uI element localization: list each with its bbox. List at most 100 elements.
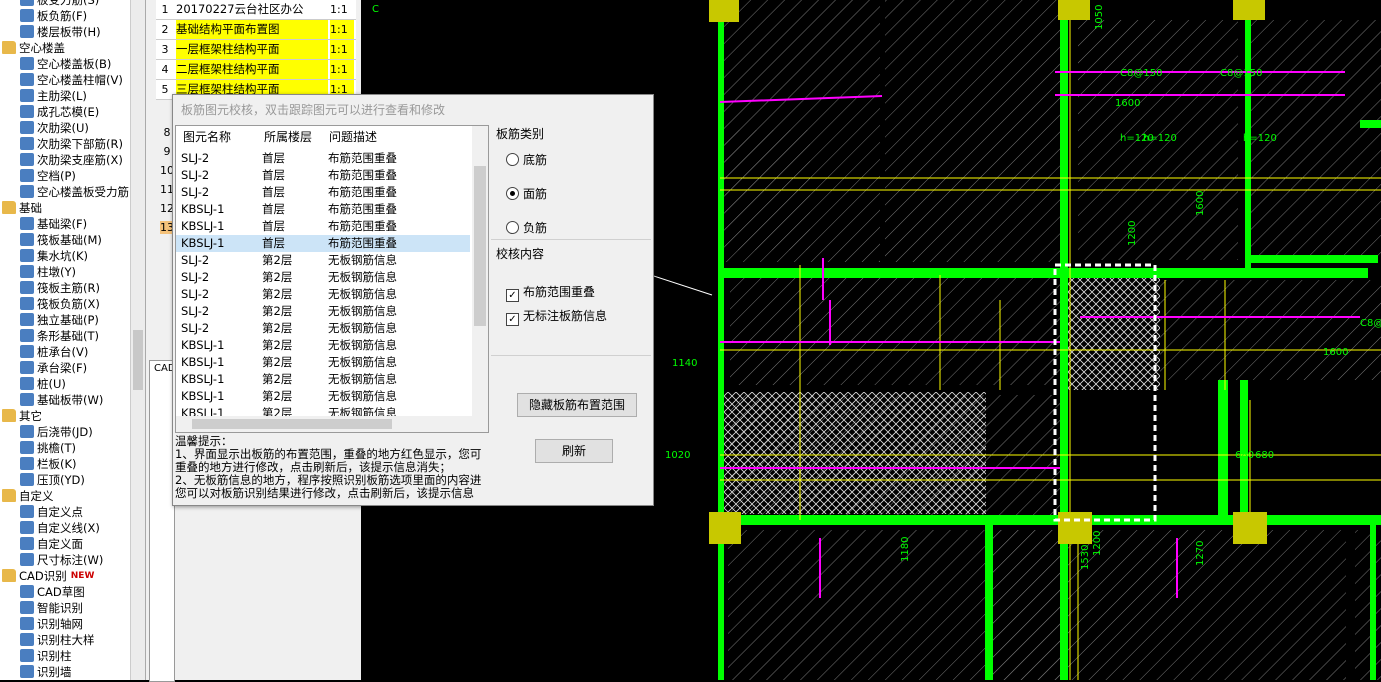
- issue-row[interactable]: SLJ-2 第2层 无板钢筋信息: [176, 269, 470, 286]
- tree-item[interactable]: 自定义点: [20, 504, 83, 520]
- radio-top-rebar[interactable]: 面筋: [506, 185, 547, 202]
- radio-bottom-rebar[interactable]: 底筋: [506, 151, 547, 168]
- issue-row[interactable]: KBSLJ-1 首层 布筋范围重叠: [176, 218, 470, 235]
- tree-item-label: 次肋梁支座筋(X): [37, 153, 123, 167]
- issue-row[interactable]: SLJ-2 第2层 无板钢筋信息: [176, 252, 470, 269]
- column: [1233, 0, 1265, 20]
- tree-item[interactable]: 自定义面: [20, 536, 83, 552]
- checkbox-checked-icon[interactable]: ✓: [506, 289, 519, 302]
- tree-item[interactable]: 压顶(YD): [20, 472, 85, 488]
- tree-item[interactable]: 次肋梁(U): [20, 120, 89, 136]
- radio-icon[interactable]: [506, 221, 519, 234]
- tree-item[interactable]: 主肋梁(L): [20, 88, 87, 104]
- floor-name: 第2层: [262, 270, 293, 284]
- issue-table[interactable]: 图元名称 所属楼层 问题描述 SLJ-2 首层 布筋范围重叠 SLJ-2 首层 布筋范围重…: [175, 125, 489, 433]
- tree-item[interactable]: 板负筋(F): [20, 8, 87, 24]
- issue-row[interactable]: SLJ-2 首层 布筋范围重叠: [176, 167, 470, 184]
- tree-scrollbar-thumb[interactable]: [133, 330, 143, 390]
- tree-item-label: 其它: [19, 409, 42, 423]
- checkbox-checked-icon[interactable]: ✓: [506, 313, 519, 326]
- component-icon: [20, 665, 34, 678]
- tree-item[interactable]: 空档(P): [20, 168, 76, 184]
- floor-name: 首层: [262, 236, 285, 250]
- issue-row[interactable]: KBSLJ-1 第2层 无板钢筋信息: [176, 388, 470, 405]
- tree-item[interactable]: 基础梁(F): [20, 216, 87, 232]
- tree-item-label: 筏板负筋(X): [37, 297, 100, 311]
- tree-item[interactable]: 条形基础(T): [20, 328, 99, 344]
- tree-item[interactable]: 智能识别: [20, 600, 83, 616]
- vscroll-thumb[interactable]: [474, 166, 486, 326]
- tree-item[interactable]: CAD草图: [20, 584, 85, 600]
- tree-folder[interactable]: 自定义: [2, 488, 54, 504]
- issue-row[interactable]: KBSLJ-1 首层 布筋范围重叠: [176, 235, 470, 252]
- column-header-issue[interactable]: 问题描述: [329, 126, 377, 148]
- slab-hatch: [986, 530, 1346, 680]
- tree-folder[interactable]: 基础: [2, 200, 42, 216]
- issue-table-vscroll[interactable]: [472, 126, 488, 432]
- tree-item[interactable]: 桩承台(V): [20, 344, 88, 360]
- hide-range-button[interactable]: 隐藏板筋布置范围: [517, 393, 637, 417]
- tree-item[interactable]: 识别墙: [20, 664, 72, 680]
- tree-item[interactable]: 筏板基础(M): [20, 232, 102, 248]
- dimension-label: 1020: [665, 450, 690, 461]
- issue-row[interactable]: SLJ-2 首层 布筋范围重叠: [176, 150, 470, 167]
- drawing-scale: 1:1: [330, 3, 348, 16]
- issue-table-hscroll[interactable]: [176, 416, 472, 432]
- tree-item[interactable]: 板受力筋(S): [20, 0, 99, 8]
- issue-desc: 布筋范围重叠: [328, 219, 397, 233]
- issue-row[interactable]: SLJ-2 第2层 无板钢筋信息: [176, 286, 470, 303]
- tree-item[interactable]: 空心楼盖柱帽(V): [20, 72, 123, 88]
- issue-row[interactable]: KBSLJ-1 第2层 无板钢筋信息: [176, 371, 470, 388]
- drawing-row[interactable]: 2 基础结构平面布置图 1:1: [156, 20, 356, 40]
- tree-item-label: 压顶(YD): [37, 473, 85, 487]
- tree-item[interactable]: 楼层板带(H): [20, 24, 101, 40]
- tree-item[interactable]: 集水坑(K): [20, 248, 88, 264]
- tree-item[interactable]: 次肋梁下部筋(R): [20, 136, 123, 152]
- tree-item[interactable]: 独立基础(P): [20, 312, 99, 328]
- tree-item[interactable]: 空心楼盖板受力筋: [20, 184, 129, 200]
- tree-folder[interactable]: CAD识别 NEW: [2, 568, 94, 584]
- tree-item[interactable]: 承台梁(F): [20, 360, 87, 376]
- tree-item[interactable]: 柱墩(Y): [20, 264, 76, 280]
- check-no-annotation[interactable]: ✓ 无标注板筋信息: [506, 307, 607, 326]
- tree-item[interactable]: 尺寸标注(W): [20, 552, 103, 568]
- tree-folder[interactable]: 其它: [2, 408, 42, 424]
- tree-item[interactable]: 次肋梁支座筋(X): [20, 152, 123, 168]
- issue-row[interactable]: KBSLJ-1 第2层 无板钢筋信息: [176, 354, 470, 371]
- issue-row[interactable]: KBSLJ-1 第2层 无板钢筋信息: [176, 337, 470, 354]
- tree-item[interactable]: 桩(U): [20, 376, 66, 392]
- tree-folder[interactable]: 空心楼盖: [2, 40, 65, 56]
- column-header-floor[interactable]: 所属楼层: [264, 126, 312, 148]
- tree-item[interactable]: 识别轴网: [20, 616, 83, 632]
- tree-item[interactable]: 筏板主筋(R): [20, 280, 100, 296]
- issue-row[interactable]: SLJ-2 首层 布筋范围重叠: [176, 184, 470, 201]
- issue-row[interactable]: SLJ-2 第2层 无板钢筋信息: [176, 320, 470, 337]
- tree-item[interactable]: 成孔芯模(E): [20, 104, 99, 120]
- drawing-row[interactable]: 1 20170227云台社区办公 1:1: [156, 0, 356, 20]
- hscroll-thumb[interactable]: [192, 419, 392, 429]
- tree-item[interactable]: 后浇带(JD): [20, 424, 93, 440]
- element-name: SLJ-2: [181, 168, 210, 182]
- issue-row[interactable]: KBSLJ-1 首层 布筋范围重叠: [176, 201, 470, 218]
- component-icon: [20, 137, 34, 150]
- radio-checked-icon[interactable]: [506, 187, 519, 200]
- drawing-row[interactable]: 4 二层框架柱结构平面 1:1: [156, 60, 356, 80]
- drawing-row[interactable]: 3 一层框架柱结构平面 1:1: [156, 40, 356, 60]
- refresh-button[interactable]: 刷新: [535, 439, 613, 463]
- tree-item[interactable]: 挑檐(T): [20, 440, 76, 456]
- radio-icon[interactable]: [506, 153, 519, 166]
- radio-negative-rebar[interactable]: 负筋: [506, 219, 547, 236]
- tree-item[interactable]: 空心楼盖板(B): [20, 56, 111, 72]
- check-overlap[interactable]: ✓ 布筋范围重叠: [506, 283, 595, 302]
- tree-item[interactable]: 基础板带(W): [20, 392, 103, 408]
- issue-row[interactable]: SLJ-2 第2层 无板钢筋信息: [176, 303, 470, 320]
- tree-item[interactable]: 识别柱: [20, 648, 72, 664]
- column-header-name[interactable]: 图元名称: [183, 126, 231, 148]
- tips-text: 温馨提示： 1、界面显示出板筋的布置范围，重叠的地方红色显示，您可 重叠的地方进…: [175, 435, 487, 503]
- tree-item[interactable]: 栏板(K): [20, 456, 77, 472]
- slab-hatch: [1160, 280, 1381, 380]
- tree-item[interactable]: 筏板负筋(X): [20, 296, 100, 312]
- tree-scrollbar[interactable]: [130, 0, 146, 680]
- tree-item[interactable]: 识别柱大样: [20, 632, 95, 648]
- tree-item[interactable]: 自定义线(X): [20, 520, 100, 536]
